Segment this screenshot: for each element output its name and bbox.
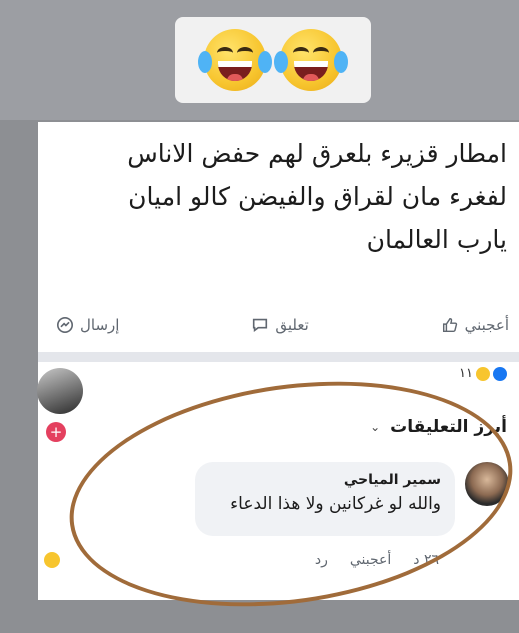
comment-reply-button[interactable]: رد — [315, 552, 328, 568]
comment-label: تعليق — [275, 316, 309, 334]
laughing-tears-emoji-icon — [274, 29, 348, 91]
comment-bubble: سمير المياحي والله لو غركانين ولا هذا ال… — [195, 462, 455, 536]
like-reaction-icon — [493, 366, 507, 381]
laughing-tears-emoji-icon — [198, 29, 272, 91]
like-label: أعجبني — [464, 316, 509, 334]
post-actions-bar: إرسال تعليق أعجبني — [38, 302, 519, 348]
post-text-line: يارب العالمان — [366, 225, 507, 254]
send-label: إرسال — [80, 316, 120, 334]
commenter-name[interactable]: سمير المياحي — [209, 472, 441, 488]
post-text-line: امطار قزيرء بلعرق لهم حفض الاناس — [127, 139, 507, 168]
like-button[interactable]: أعجبني — [441, 316, 509, 334]
comment-time: ٢٦ د — [413, 552, 439, 568]
divider — [38, 352, 519, 362]
comment-meta: ٢٦ د أعجبني رد — [315, 552, 439, 568]
post-text: امطار قزيرء بلعرق لهم حفض الاناس لفغرء م… — [47, 132, 507, 261]
commenter-avatar[interactable] — [465, 462, 509, 506]
post-card: امطار قزيرء بلعرق لهم حفض الاناس لفغرء م… — [37, 122, 519, 600]
plus-icon[interactable]: + — [46, 422, 66, 442]
reaction-count: ١١ — [459, 366, 473, 381]
emoji-header — [175, 17, 371, 103]
messenger-icon — [56, 316, 74, 334]
reactions-summary[interactable]: ١١ — [459, 366, 507, 381]
comment-button[interactable]: تعليق — [251, 316, 309, 334]
viewer-avatar[interactable] — [37, 368, 83, 414]
haha-reaction-icon — [476, 366, 490, 381]
top-comments-dropdown[interactable]: أبرز التعليقات ⌄ — [370, 417, 507, 437]
post-text-line: لفغرء مان لقراق والفيضن كالو اميان — [128, 182, 507, 211]
send-button[interactable]: إرسال — [56, 316, 119, 334]
comment-text: والله لو غركانين ولا هذا الدعاء — [230, 494, 441, 514]
comment-like-button[interactable]: أعجبني — [350, 552, 391, 568]
top-comments-label: أبرز التعليقات — [390, 417, 507, 437]
thumbs-up-icon — [442, 317, 457, 333]
haha-reaction-icon — [44, 552, 60, 568]
chevron-down-icon: ⌄ — [370, 420, 381, 434]
comment-icon — [253, 318, 268, 333]
